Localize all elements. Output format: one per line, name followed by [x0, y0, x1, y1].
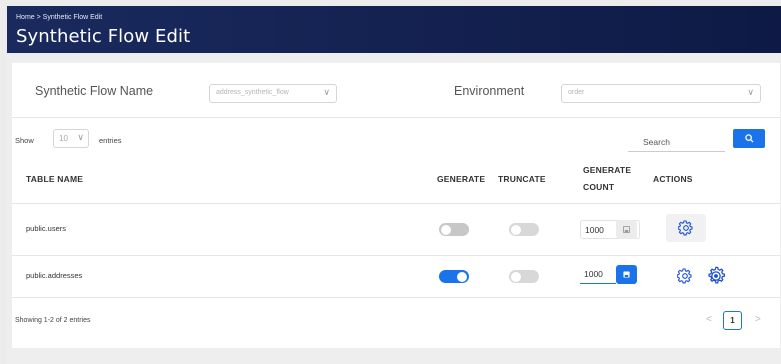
settings-button[interactable]: [666, 214, 706, 242]
entries-length-select[interactable]: 10 ∨: [53, 129, 89, 148]
advanced-settings-icon[interactable]: [706, 266, 726, 286]
generate-toggle[interactable]: [439, 223, 469, 236]
chevron-down-icon: ∨: [77, 132, 84, 142]
save-icon: [623, 226, 630, 234]
col-generate-count-2: COUNT: [583, 182, 615, 192]
table-info: Showing 1-2 of 2 entries: [15, 317, 91, 324]
pagination-page-1[interactable]: 1: [723, 311, 742, 330]
truncate-toggle[interactable]: [509, 270, 539, 283]
table-name-cell: public.users: [26, 224, 67, 233]
row-divider: [12, 297, 780, 298]
save-icon: [623, 271, 630, 278]
col-generate[interactable]: GENERATE: [437, 174, 485, 184]
col-actions: ACTIONS: [653, 174, 693, 184]
search-button[interactable]: [733, 129, 765, 148]
show-text: Show: [15, 136, 34, 145]
col-table-name[interactable]: TABLE NAME: [26, 174, 83, 184]
gear-icon[interactable]: [677, 268, 693, 284]
search-placeholder: Search: [643, 137, 670, 147]
save-button[interactable]: [616, 265, 637, 284]
generate-count-value: 1000: [585, 225, 604, 235]
row-divider: [12, 255, 780, 256]
pagination-prev[interactable]: <: [706, 314, 712, 325]
search-input[interactable]: Search: [628, 133, 725, 152]
pagination-next[interactable]: >: [755, 314, 761, 325]
page-title: Synthetic Flow Edit: [16, 26, 191, 47]
col-truncate[interactable]: TRUNCATE: [498, 174, 546, 184]
table-area: Show 10 ∨ entries Search TABLE NAME GENE…: [12, 63, 780, 348]
entries-text: entries: [99, 136, 122, 145]
header-divider: [12, 203, 780, 204]
gear-icon: [678, 220, 693, 236]
entries-length-value: 10: [59, 134, 68, 143]
save-button[interactable]: [616, 220, 637, 239]
table-name-cell: public.addresses: [26, 271, 83, 280]
search-icon: [744, 134, 754, 143]
col-generate-count-1[interactable]: GENERATE: [583, 165, 631, 175]
page-header: Home > Synthetic Flow Edit Synthetic Flo…: [7, 6, 781, 53]
generate-count-input[interactable]: 1000: [580, 265, 616, 284]
generate-count-value: 1000: [584, 269, 603, 279]
breadcrumb[interactable]: Home > Synthetic Flow Edit: [16, 14, 102, 21]
generate-toggle[interactable]: [439, 270, 469, 283]
truncate-toggle[interactable]: [509, 223, 539, 236]
